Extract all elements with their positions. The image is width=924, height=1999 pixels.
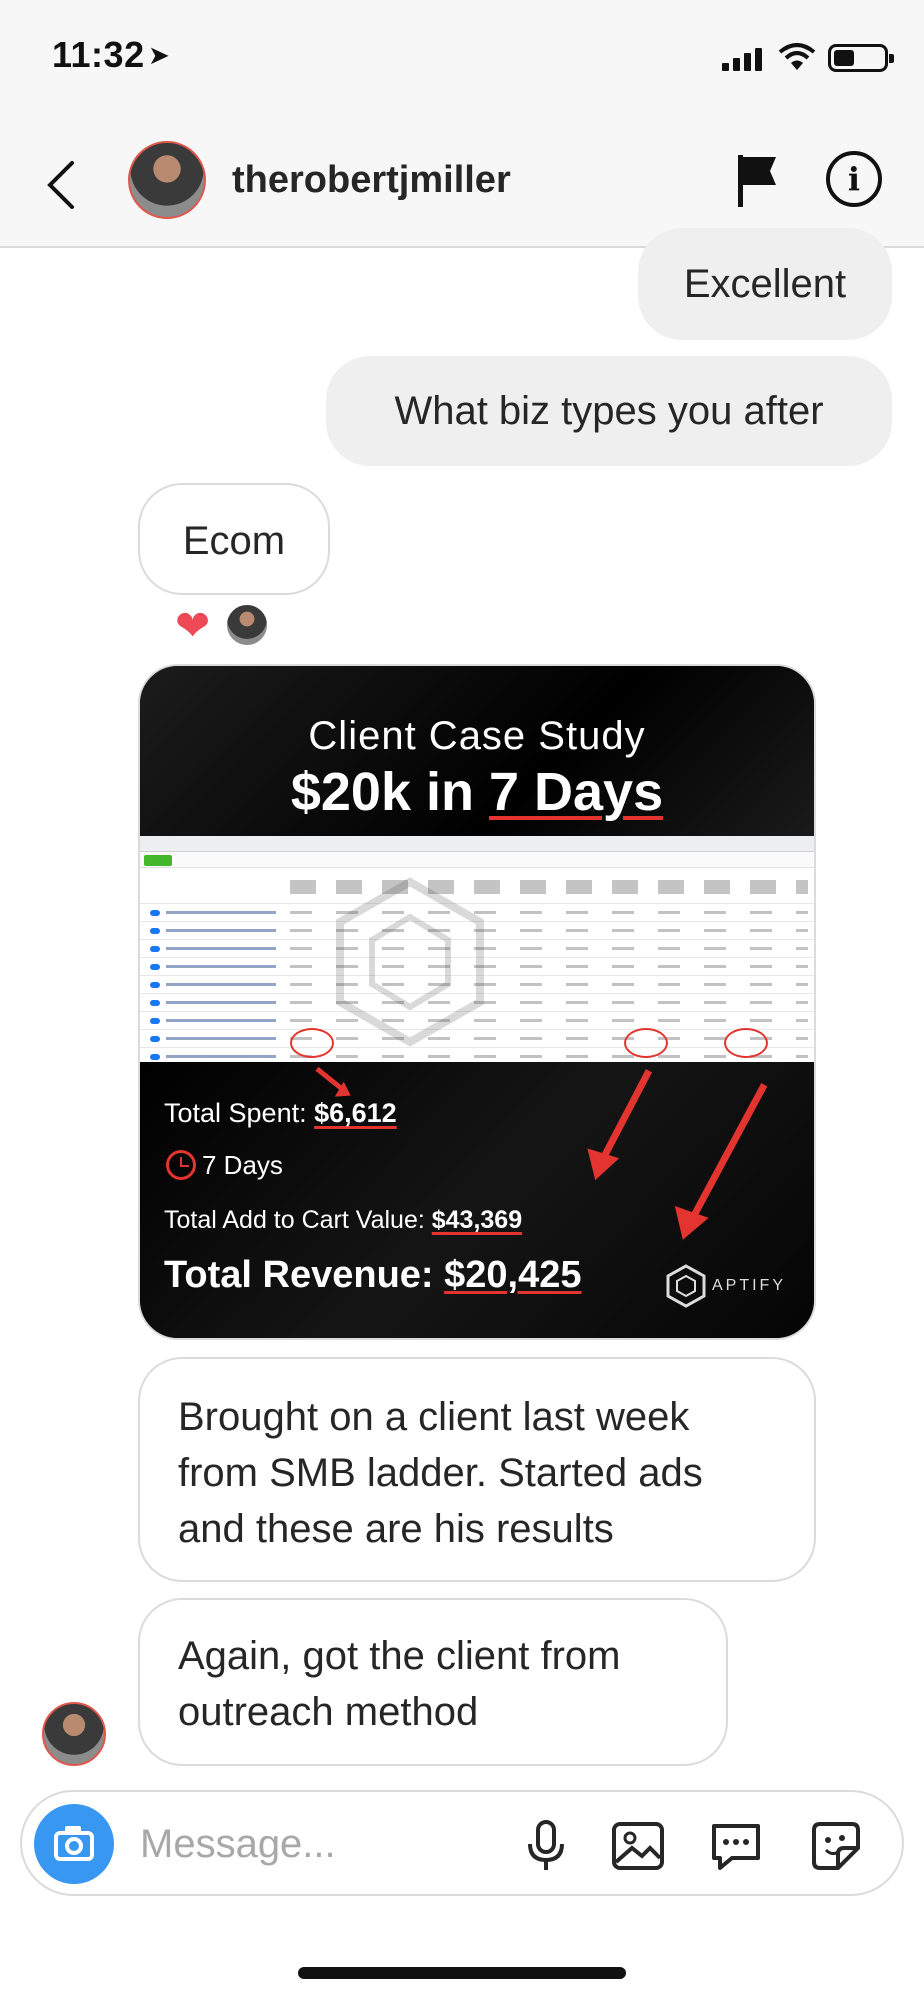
status-time: 11:32 xyxy=(52,34,145,75)
watermark-logo xyxy=(336,877,484,1047)
status-bar: 11:32 ➤ xyxy=(0,0,924,115)
headline-highlight: 7 Days xyxy=(488,762,664,822)
sender-avatar[interactable] xyxy=(42,1702,106,1766)
ads-manager-screenshot xyxy=(140,836,814,1062)
add-to-cart-value: Total Add to Cart Value: $43,369 xyxy=(164,1206,523,1234)
clock-icon xyxy=(166,1150,196,1180)
contact-avatar[interactable] xyxy=(128,141,206,219)
wifi-icon xyxy=(778,43,816,70)
brand-hexagon-icon xyxy=(666,1264,706,1308)
home-indicator[interactable] xyxy=(298,1967,626,1979)
message-outgoing[interactable]: Excellent xyxy=(638,228,892,340)
message-incoming[interactable]: Ecom xyxy=(138,483,330,595)
sticker-icon[interactable] xyxy=(806,1816,866,1876)
message-reactions[interactable]: ❤ xyxy=(175,603,275,649)
case-study-header: Client Case Study $20k in 7 Days xyxy=(140,666,814,836)
camera-icon[interactable] xyxy=(34,1804,114,1884)
case-study-label: Client Case Study xyxy=(308,714,646,758)
back-chevron-icon[interactable] xyxy=(38,155,88,215)
chat-bubble-icon[interactable] xyxy=(706,1816,766,1876)
case-study-results: Total Spent: $6,612 7 Days Total Add to … xyxy=(140,1062,814,1338)
case-study-headline: $20k in 7 Days xyxy=(140,761,814,823)
image-icon[interactable] xyxy=(608,1816,668,1876)
total-revenue: Total Revenue: $20,425 xyxy=(164,1254,582,1296)
signal-icon xyxy=(722,48,762,71)
message-incoming[interactable]: Again, got the client from outreach meth… xyxy=(138,1598,728,1766)
microphone-icon[interactable] xyxy=(516,1816,576,1876)
headline-prefix: $20k in xyxy=(290,762,489,822)
message-incoming[interactable]: Brought on a client last week from SMB l… xyxy=(138,1357,816,1582)
duration: 7 Days xyxy=(202,1150,283,1180)
brand-logo: APTIFY xyxy=(666,1264,786,1308)
flag-icon[interactable] xyxy=(734,151,780,209)
brand-name: APTIFY xyxy=(711,1277,786,1294)
contact-username[interactable]: therobertjmiller xyxy=(232,159,511,202)
location-arrow-icon: ➤ xyxy=(148,40,170,70)
total-spent: Total Spent: $6,612 xyxy=(164,1098,397,1128)
battery-icon xyxy=(828,44,894,72)
case-study-image[interactable]: Client Case Study $20k in 7 Days Total S… xyxy=(138,664,816,1340)
info-icon[interactable]: i xyxy=(826,151,882,207)
message-composer: Message... xyxy=(20,1790,904,1896)
message-outgoing[interactable]: What biz types you after xyxy=(326,356,892,466)
message-input[interactable]: Message... xyxy=(140,1822,336,1867)
heart-icon: ❤ xyxy=(175,602,211,649)
reactor-avatar xyxy=(225,603,269,647)
